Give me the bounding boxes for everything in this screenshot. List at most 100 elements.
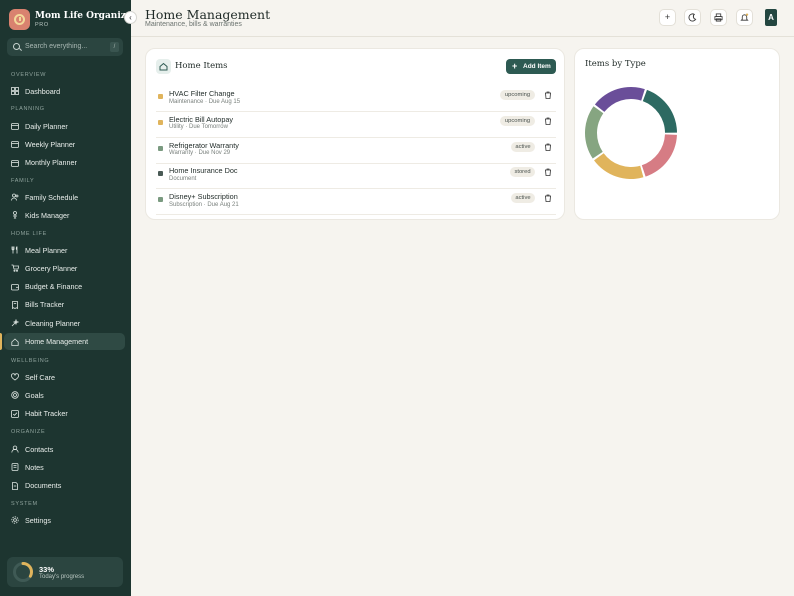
item-meta: Maintenance · Due Aug 15 [169, 98, 241, 105]
sidebar-item-dashboard[interactable]: Dashboard [4, 82, 125, 99]
sidebar-item-notes[interactable]: Notes [4, 458, 125, 475]
sidebar-section-label: HOME LIFE [11, 231, 47, 237]
progress-label: Today's progress [39, 574, 85, 580]
avatar[interactable]: A [765, 9, 777, 26]
sidebar-item-label: Grocery Planner [25, 263, 78, 273]
sidebar-item-label: Weekly Planner [25, 139, 76, 149]
active-indicator [0, 332, 2, 350]
sidebar-item-label: Contacts [25, 444, 54, 454]
page-subtitle: Maintenance, bills & warranties [145, 21, 242, 28]
sidebar-item-budget-finance[interactable]: Budget & Finance [4, 278, 125, 295]
sidebar-item-label: Budget & Finance [25, 282, 83, 292]
sidebar-item-label: Monthly Planner [25, 158, 77, 168]
status-badge: upcoming [500, 115, 535, 126]
sidebar-item-label: Home Management [25, 337, 89, 346]
sidebar-section-label: SYSTEM [11, 501, 38, 507]
sidebar-item-meal-planner[interactable]: Meal Planner [4, 241, 125, 258]
plus-icon: + [664, 12, 671, 22]
bell-icon [740, 13, 749, 21]
sidebar-item-goals[interactable]: Goals [4, 386, 125, 403]
page-title: Home Management [145, 7, 271, 22]
calendar-icon [11, 141, 19, 149]
brand[interactable]: Mom Life Organizer PRO [9, 9, 136, 33]
donut-slice-1[interactable] [642, 89, 677, 133]
sidebar-section-label: WELLBEING [11, 358, 50, 364]
sidebar-item-settings[interactable]: Settings [4, 511, 125, 528]
sidebar-item-habit-tracker[interactable]: Habit Tracker [4, 405, 125, 422]
trash-icon[interactable] [543, 142, 553, 152]
add-item-label: Add Item [523, 63, 551, 70]
page-header: Home Management Maintenance, bills & war… [131, 0, 794, 37]
sidebar-item-grocery-planner[interactable]: Grocery Planner [4, 259, 125, 276]
sidebar-item-label: Settings [25, 515, 51, 525]
plus-icon: + [512, 61, 518, 71]
donut-slice-2[interactable] [641, 134, 677, 177]
sidebar-item-label: Notes [25, 462, 44, 472]
trash-icon[interactable] [543, 116, 553, 126]
sidebar-item-label: Family Schedule [25, 192, 79, 202]
grid-icon [11, 87, 19, 95]
item-type-color-dot [158, 94, 163, 99]
app-name: Mom Life Organizer [35, 11, 137, 21]
search-input[interactable]: Search everything... / [7, 38, 123, 56]
utensils-icon [11, 246, 18, 254]
item-name: Disney+ Subscription [169, 192, 238, 202]
clock-logo-icon [9, 9, 30, 30]
sidebar-section-label: ORGANIZE [11, 429, 46, 435]
sidebar-item-daily-planner[interactable]: Daily Planner [4, 117, 125, 134]
sidebar-item-label: Cleaning Planner [25, 318, 81, 328]
moon-icon [688, 13, 697, 22]
collapse-sidebar-button[interactable]: ‹ [124, 11, 137, 24]
sidebar-item-label: Habit Tracker [25, 409, 68, 419]
item-meta: Warranty · Due Nov 29 [169, 150, 231, 157]
list-item[interactable]: Disney+ Subscription Subscription · Due A… [156, 189, 556, 216]
item-name: Refrigerator Warranty [169, 140, 239, 150]
sidebar-item-cleaning-planner[interactable]: Cleaning Planner [4, 314, 125, 331]
sidebar-section-label: FAMILY [11, 178, 35, 184]
sidebar-item-bills-tracker[interactable]: Bills Tracker [4, 296, 125, 313]
print-button[interactable] [710, 9, 727, 26]
theme-toggle-button[interactable] [684, 9, 701, 26]
add-button[interactable]: + [659, 9, 676, 26]
sidebar-item-monthly-planner[interactable]: Monthly Planner [4, 154, 125, 171]
target-icon [11, 391, 19, 399]
trash-icon[interactable] [543, 167, 553, 177]
list-item[interactable]: Refrigerator Warranty Warranty · Due Nov … [156, 138, 556, 164]
home-items-card: Home Items + Add Item HVAC Filter Change… [145, 48, 565, 220]
status-badge: upcoming [500, 90, 535, 100]
donut-slice-4[interactable] [585, 106, 604, 159]
gear-icon [11, 516, 19, 524]
list-item[interactable]: Electric Bill Autopay Utility · Due Tomor… [156, 112, 556, 138]
list-item[interactable]: Home Insurance Doc Document stored [156, 163, 556, 190]
item-meta: Utility · Due Tomorrow [169, 124, 228, 131]
note-icon [11, 463, 19, 472]
sidebar-item-label: Documents [25, 481, 62, 491]
sidebar-item-label: Goals [25, 390, 44, 400]
item-type-color-dot [158, 197, 163, 203]
users-icon [11, 193, 19, 201]
donut-slice-3[interactable] [594, 153, 644, 179]
contact-icon [11, 445, 19, 453]
notifications-button[interactable] [736, 9, 753, 26]
sidebar-item-label: Meal Planner [25, 245, 68, 255]
add-item-button[interactable]: + Add Item [506, 59, 556, 74]
trash-icon[interactable] [543, 193, 553, 203]
sidebar-item-kids-manager[interactable]: Kids Manager [4, 206, 125, 223]
list-item[interactable]: HVAC Filter Change Maintenance · Due Aug … [156, 86, 556, 112]
sidebar-item-documents[interactable]: Documents [4, 477, 125, 494]
trash-icon[interactable] [543, 90, 553, 100]
search-shortcut-key: / [110, 42, 119, 52]
card-title: Home Items [175, 61, 228, 71]
sidebar-item-label: Daily Planner [25, 121, 68, 131]
sparkle-icon [11, 319, 19, 327]
sidebar-item-family-schedule[interactable]: Family Schedule [4, 188, 125, 205]
sidebar-item-weekly-planner[interactable]: Weekly Planner [4, 135, 125, 152]
sidebar-item-contacts[interactable]: Contacts [4, 440, 125, 457]
sidebar-item-self-care[interactable]: Self Care [4, 368, 125, 385]
cart-icon [11, 264, 19, 273]
donut-slice-5[interactable] [594, 86, 645, 112]
item-name: HVAC Filter Change [169, 89, 235, 98]
sidebar-item-home-management[interactable]: Home Management [4, 332, 125, 350]
items-by-type-donut-chart [585, 86, 677, 179]
items-by-type-card: Items by Type [574, 48, 780, 220]
